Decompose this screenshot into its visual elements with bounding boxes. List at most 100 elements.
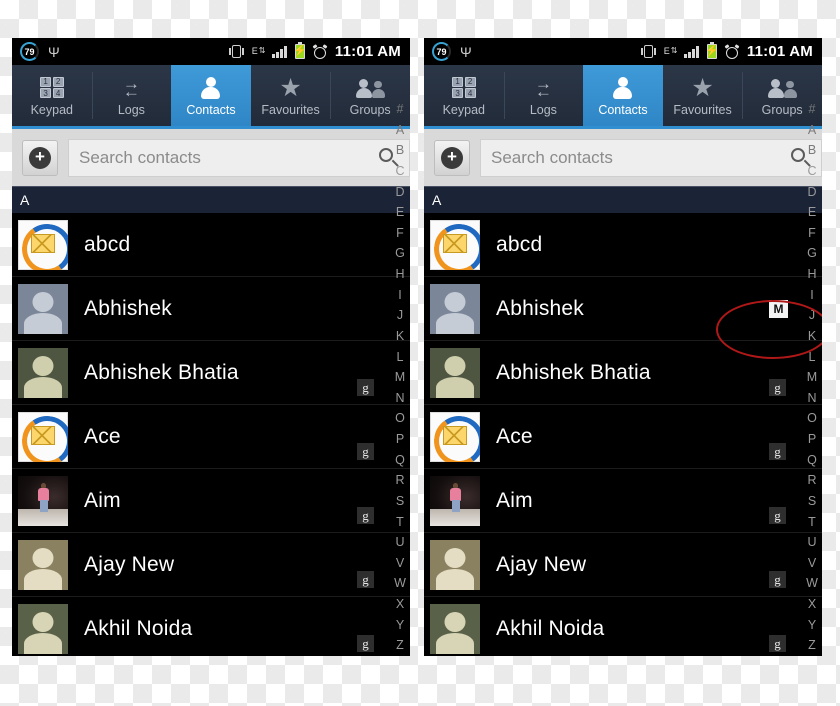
index-letter-N[interactable]: N (807, 392, 816, 405)
google-sync-badge: g (769, 507, 786, 524)
index-letter-U[interactable]: U (807, 536, 816, 549)
index-letter-Q[interactable]: Q (807, 454, 817, 467)
index-letter-#[interactable]: # (809, 103, 816, 116)
table-row[interactable]: Aim g (12, 469, 410, 533)
index-letter-I[interactable]: I (398, 289, 401, 302)
index-letter-G[interactable]: G (807, 247, 817, 260)
search-row-left: + Search contacts (12, 129, 410, 186)
tab-contacts-label: Contacts (598, 102, 648, 117)
index-letter-O[interactable]: O (807, 412, 817, 425)
status-bar-left-icons: 79 Ψ (12, 42, 60, 61)
index-letter-S[interactable]: S (396, 495, 404, 508)
tab-contacts[interactable]: Contacts (583, 65, 663, 126)
table-row[interactable]: Aim g (424, 469, 822, 533)
index-letter-X[interactable]: X (396, 598, 404, 611)
index-letter-I[interactable]: I (810, 289, 813, 302)
index-letter-U[interactable]: U (395, 536, 404, 549)
avatar (430, 475, 480, 526)
index-letter-#[interactable]: # (397, 103, 404, 116)
index-letter-E[interactable]: E (396, 206, 404, 219)
status-bar-right: 79 Ψ E ⇅ ⚡ 11:01 AM (424, 38, 822, 65)
index-letter-P[interactable]: P (808, 433, 816, 446)
index-letter-C[interactable]: C (395, 165, 404, 178)
index-letter-D[interactable]: D (807, 185, 816, 199)
table-row[interactable]: Ace g (12, 405, 410, 469)
usb-icon: Ψ (48, 43, 60, 60)
tab-favourites[interactable]: ★ Favourites (251, 65, 331, 126)
alphabet-index-strip-right[interactable]: # A B C D E F G H I J K L M N O P Q R S T U V W X Y Z (802, 99, 822, 656)
index-letter-P[interactable]: P (396, 433, 404, 446)
index-letter-A[interactable]: A (808, 124, 816, 137)
keypad-key-4: 4 (464, 88, 476, 99)
table-row[interactable]: Ajay New g (424, 533, 822, 597)
keypad-icon: 1 2 3 4 (40, 75, 64, 101)
index-letter-R[interactable]: R (395, 474, 404, 487)
index-letter-A[interactable]: A (396, 124, 404, 137)
index-letter-Q[interactable]: Q (395, 454, 405, 467)
tab-logs[interactable]: → ← Logs (91, 65, 172, 126)
index-letter-Z[interactable]: Z (808, 639, 816, 652)
index-letter-V[interactable]: V (808, 557, 816, 570)
index-letter-W[interactable]: W (806, 577, 818, 590)
index-letter-B[interactable]: B (808, 144, 816, 157)
tab-logs[interactable]: → ← Logs (503, 65, 584, 126)
index-letter-M[interactable]: M (807, 371, 817, 384)
search-input[interactable]: Search contacts (480, 138, 822, 177)
index-letter-K[interactable]: K (808, 330, 816, 343)
tab-favourites[interactable]: ★ Favourites (663, 65, 743, 126)
tab-keypad[interactable]: 1 2 3 4 Keypad (12, 65, 92, 126)
contact-list-right[interactable]: abcd Abhishek M Abhishek Bhatia g Ace g … (424, 213, 822, 656)
table-row[interactable]: Ace g (424, 405, 822, 469)
index-letter-H[interactable]: H (807, 268, 816, 281)
index-letter-N[interactable]: N (395, 392, 404, 405)
table-row[interactable]: Abhishek M (424, 277, 822, 341)
index-letter-T[interactable]: T (808, 515, 816, 529)
index-letter-B[interactable]: B (396, 144, 404, 157)
table-row[interactable]: abcd (12, 213, 410, 277)
index-letter-F[interactable]: F (808, 227, 816, 240)
search-input[interactable]: Search contacts (68, 138, 410, 177)
keypad-key-3: 3 (452, 88, 464, 99)
plus-icon: + (29, 146, 51, 169)
index-letter-G[interactable]: G (395, 247, 405, 260)
index-letter-R[interactable]: R (807, 474, 816, 487)
index-letter-V[interactable]: V (396, 557, 404, 570)
index-letter-S[interactable]: S (808, 495, 816, 508)
index-letter-L[interactable]: L (809, 350, 816, 364)
alphabet-index-strip-left[interactable]: # A B C D E F G H I J K L M N O P Q R S T U V W X Y Z (390, 99, 410, 656)
index-letter-F[interactable]: F (396, 227, 404, 240)
index-letter-J[interactable]: J (397, 309, 403, 322)
index-letter-X[interactable]: X (808, 598, 816, 611)
index-letter-E[interactable]: E (808, 206, 816, 219)
table-row[interactable]: Abhishek Bhatia g (12, 341, 410, 405)
contact-name: Abhishek Bhatia (496, 360, 651, 384)
screenshot-stage: 79 Ψ E ⇅ ⚡ 11:01 AM 1 2 3 4 Keypad → ← L… (0, 0, 840, 706)
table-row[interactable]: Akhil Noida g (424, 597, 822, 656)
index-letter-Y[interactable]: Y (396, 619, 404, 632)
alarm-icon (724, 43, 740, 59)
tab-keypad[interactable]: 1 2 3 4 Keypad (424, 65, 504, 126)
add-contact-button[interactable]: + (22, 139, 58, 176)
index-letter-Y[interactable]: Y (808, 619, 816, 632)
table-row[interactable]: Ajay New g (12, 533, 410, 597)
index-letter-H[interactable]: H (395, 268, 404, 281)
add-contact-button[interactable]: + (434, 139, 470, 176)
index-letter-W[interactable]: W (394, 577, 406, 590)
contact-list-left[interactable]: abcd Abhishek Abhishek Bhatia g Ace g Ai… (12, 213, 410, 656)
index-letter-L[interactable]: L (397, 350, 404, 364)
index-letter-M[interactable]: M (395, 371, 405, 384)
table-row[interactable]: Abhishek (12, 277, 410, 341)
tab-keypad-label: Keypad (30, 102, 73, 117)
index-letter-Z[interactable]: Z (396, 639, 404, 652)
table-row[interactable]: Akhil Noida g (12, 597, 410, 656)
table-row[interactable]: Abhishek Bhatia g (424, 341, 822, 405)
index-letter-T[interactable]: T (396, 515, 404, 529)
index-letter-O[interactable]: O (395, 412, 405, 425)
index-letter-J[interactable]: J (809, 309, 815, 322)
index-letter-D[interactable]: D (395, 185, 404, 199)
table-row[interactable]: abcd (424, 213, 822, 277)
index-letter-K[interactable]: K (396, 330, 404, 343)
index-letter-C[interactable]: C (807, 165, 816, 178)
avatar (430, 283, 480, 334)
tab-contacts[interactable]: Contacts (171, 65, 251, 126)
